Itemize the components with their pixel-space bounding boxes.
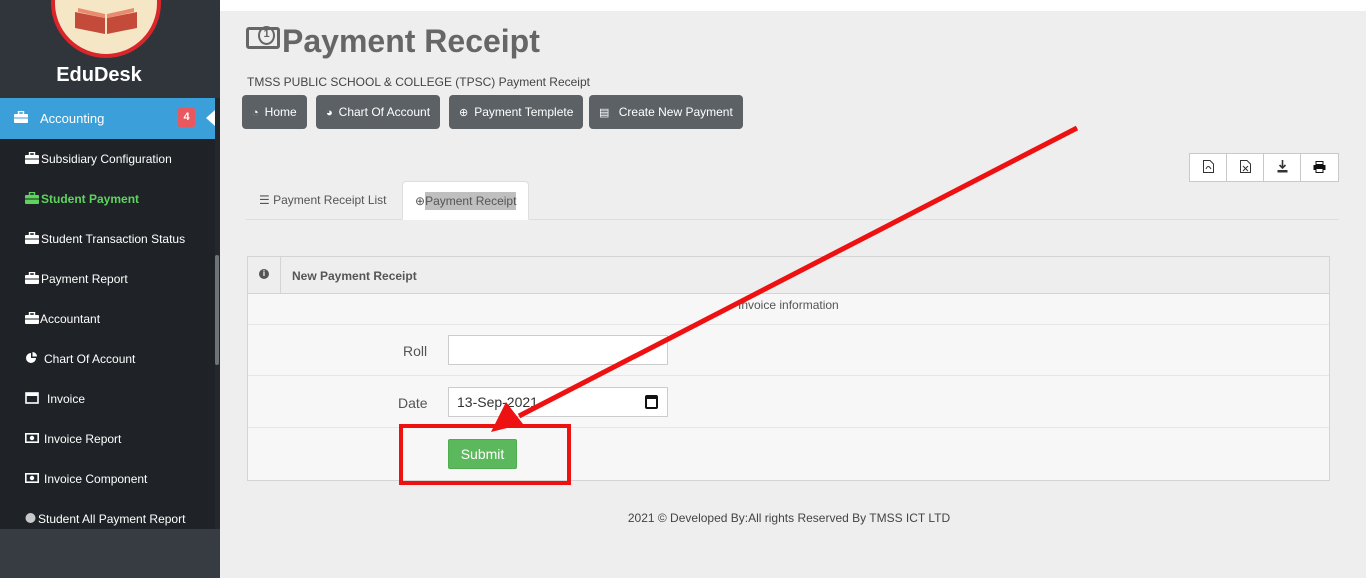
roll-input[interactable]	[448, 335, 668, 365]
submenu-item-chart-of-account[interactable]: Chart Of Account	[0, 339, 215, 379]
download-button[interactable]	[1264, 154, 1301, 181]
download-icon	[1277, 160, 1287, 173]
date-value: 13-Sep-2021	[457, 394, 538, 410]
briefcase-icon	[25, 312, 39, 324]
annotation-highlight-box	[399, 424, 571, 485]
submenu-item-label: Invoice Component	[44, 472, 148, 486]
home-button-label: Home	[264, 105, 297, 119]
date-label: Date	[398, 395, 428, 411]
submenu-item-student-transaction-status[interactable]: Student Transaction Status	[0, 219, 215, 259]
notification-badge: 4	[178, 108, 195, 127]
list-alt-icon: ▤	[599, 107, 610, 119]
sidebar: EduDesk Accounting 4 Subsidiary Configur…	[0, 0, 220, 578]
submenu-item-label: Invoice	[47, 392, 86, 406]
page-title-text: Payment Receipt	[282, 23, 540, 59]
payment-templete-button[interactable]: ⊕ Payment Templete	[449, 95, 584, 129]
section-heading: Invoice information	[738, 298, 839, 312]
date-input[interactable]: 13-Sep-2021	[448, 387, 668, 417]
header-divider	[280, 257, 281, 294]
money-icon	[246, 26, 280, 49]
create-new-payment-button[interactable]: ▤ Create New Payment	[589, 95, 743, 129]
briefcase-icon	[25, 272, 39, 284]
home-button[interactable]: ◔ Home	[242, 95, 307, 129]
pdf-icon	[1202, 160, 1214, 173]
print-icon	[1313, 161, 1326, 173]
plus-circle-icon: ⊕	[459, 107, 469, 119]
briefcase-icon	[25, 232, 39, 244]
circle-icon	[25, 513, 36, 523]
tab-payment-receipt-list[interactable]: ☰ Payment Receipt List	[259, 181, 387, 220]
school-logo	[51, 0, 161, 58]
create-new-payment-button-label: Create New Payment	[618, 105, 733, 119]
brand-area: EduDesk	[0, 0, 220, 98]
page-subtitle: TMSS PUBLIC SCHOOL & COLLEGE (TPSC) Paym…	[247, 75, 590, 89]
submenu-item-invoice[interactable]: Invoice	[0, 379, 215, 419]
payment-templete-button-label: Payment Templete	[474, 105, 574, 119]
chart-of-account-button[interactable]: ◕ Chart Of Account	[316, 95, 441, 129]
submenu-item-label: Chart Of Account	[44, 352, 136, 366]
dashboard-icon: ◔	[252, 107, 259, 119]
row-divider	[248, 375, 1329, 376]
main-content: Payment Receipt TMSS PUBLIC SCHOOL & COL…	[220, 11, 1366, 578]
active-caret-icon	[206, 110, 215, 126]
roll-label: Roll	[403, 343, 428, 359]
submenu-item-label: Student All Payment Report	[38, 512, 186, 526]
calendar-icon[interactable]	[645, 395, 658, 409]
pie-chart-icon: ◕	[326, 107, 333, 119]
excel-icon	[1239, 160, 1251, 173]
briefcase-icon	[14, 111, 28, 123]
export-toolbar	[1189, 153, 1339, 182]
submenu-item-invoice-component[interactable]: Invoice Component	[0, 459, 215, 499]
submenu-item-accountant[interactable]: Accountant	[0, 299, 215, 339]
tab-bar: ☰ Payment Receipt List ⊕Payment Receipt	[246, 181, 1339, 220]
tab-payment-receipt-list-label: Payment Receipt List	[273, 193, 387, 207]
submenu-item-payment-report[interactable]: Payment Report	[0, 259, 215, 299]
book-logo-icon	[75, 8, 137, 34]
list-icon: ☰	[259, 193, 270, 207]
menu-accounting-label: Accounting	[40, 111, 105, 126]
row-divider	[248, 324, 1329, 325]
submenu-item-invoice-report[interactable]: Invoice Report	[0, 419, 215, 459]
submenu-item-label: Student Payment	[41, 192, 140, 206]
sidebar-footer	[0, 529, 220, 578]
footer: 2021 © Developed By:All rights Reserved …	[627, 511, 951, 525]
briefcase-icon	[25, 192, 39, 204]
plus-circle-icon: ⊕	[415, 194, 426, 208]
panel-title: New Payment Receipt	[292, 269, 417, 283]
pdf-export-button[interactable]	[1190, 154, 1227, 181]
info-icon: i	[259, 269, 269, 279]
submenu-item-subsidiary-configuration[interactable]: Subsidiary Configuration	[0, 139, 215, 179]
submenu-item-label: Student Transaction Status	[41, 232, 186, 246]
money-icon	[25, 432, 39, 443]
pie-chart-icon	[26, 352, 37, 363]
submenu-item-student-payment[interactable]: Student Payment	[0, 179, 215, 219]
brand-name: EduDesk	[56, 64, 142, 86]
excel-export-button[interactable]	[1227, 154, 1264, 181]
sidebar-scroll-thumb[interactable]	[215, 255, 219, 365]
accounting-submenu: Subsidiary Configuration Student Payment…	[0, 139, 215, 529]
top-strip	[220, 0, 1366, 11]
menu-accounting[interactable]: Accounting 4	[0, 98, 215, 139]
tab-payment-receipt-label: Payment Receipt	[425, 192, 517, 210]
page-title: Payment Receipt	[246, 23, 540, 60]
submenu-item-label: Accountant	[40, 312, 101, 326]
chart-of-account-button-label: Chart Of Account	[338, 105, 431, 119]
briefcase-icon	[25, 152, 39, 164]
panel-header: i New Payment Receipt	[248, 257, 1329, 294]
tab-payment-receipt[interactable]: ⊕Payment Receipt	[402, 181, 530, 220]
money-icon	[25, 472, 39, 483]
submenu-item-label: Invoice Report	[44, 432, 122, 446]
window-icon	[25, 392, 39, 404]
submenu-item-label: Subsidiary Configuration	[41, 152, 172, 166]
print-button[interactable]	[1301, 154, 1338, 181]
submenu-item-label: Payment Report	[41, 272, 128, 286]
